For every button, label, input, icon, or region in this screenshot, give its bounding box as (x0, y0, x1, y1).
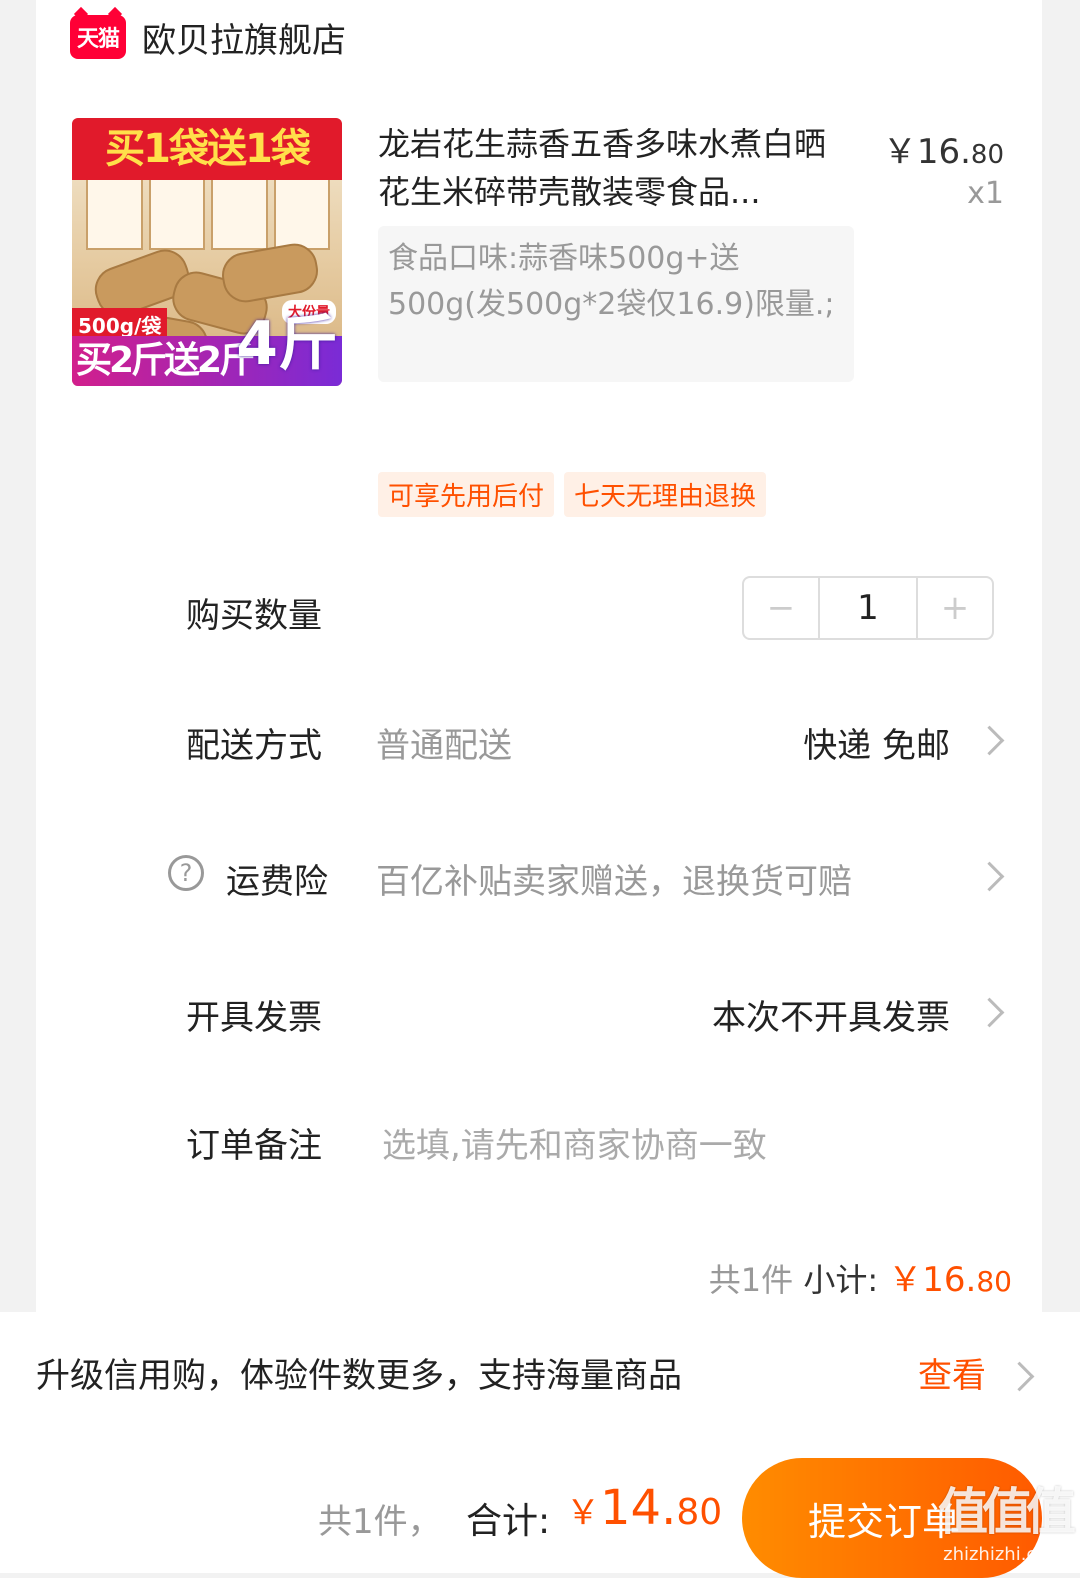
product-price-main: ￥16. (882, 132, 971, 172)
total-label: 合计: (466, 1501, 551, 1542)
delivery-method[interactable]: 快递 免邮 (803, 718, 950, 767)
invoice-label: 开具发票 (186, 998, 322, 1038)
total-yen: ￥ (566, 1493, 600, 1533)
product-image-bags (86, 180, 330, 250)
checkout-bar: 共1件， 合计: ￥14.80 提交订单 值值值 zhizhizhi.com (0, 1436, 1080, 1578)
help-icon[interactable]: ? (168, 855, 204, 891)
product-price-decimal: 80 (970, 140, 1004, 170)
delivery-chevron-right-icon[interactable] (974, 725, 1005, 756)
total-amount: ￥14.80 (566, 1480, 722, 1536)
product-sku[interactable]: 食品口味:蒜香味500g+送500g(发500g*2袋仅16.9)限量.; (378, 226, 854, 382)
total-decimal: 80 (676, 1492, 723, 1533)
order-card: 天猫 欧贝拉旗舰店 买1袋送1袋 500g/袋 大份量 买2斤送2斤 4斤 龙岩… (36, 0, 1042, 1312)
store-name[interactable]: 欧贝拉旗舰店 (142, 13, 346, 62)
invoice-value[interactable]: 本次不开具发票 (712, 990, 950, 1039)
insurance-label: 运费险 (226, 862, 328, 902)
quantity-plus-button[interactable]: + (918, 578, 992, 638)
subtotal-label: 小计: (803, 1261, 879, 1299)
product-image-big: 4斤 (236, 309, 338, 379)
tmall-logo: 天猫 (70, 15, 126, 59)
total-count: 共1件， (318, 1502, 442, 1542)
quantity-stepper[interactable]: − 1 + (742, 576, 994, 640)
insurance-value[interactable]: 百亿补贴卖家赠送，退换货可赔 (376, 854, 852, 903)
subtotal-amount-main: ￥16. (888, 1260, 977, 1300)
watermark-logo: 值值值 (938, 1483, 1076, 1541)
store-header[interactable]: 天猫 欧贝拉旗舰店 (70, 10, 346, 64)
credit-view-link[interactable]: 查看 (918, 1348, 986, 1397)
tag-pay-later: 可享先用后付 (378, 472, 555, 517)
subtotal-amount-decimal: 80 (976, 1265, 1012, 1298)
quantity-value[interactable]: 1 (818, 578, 918, 638)
watermark-url: zhizhizhi.com (943, 1544, 1065, 1565)
product-title[interactable]: 龙岩花生蒜香五香多味水煮白晒花生米碎带壳散装零食品... (378, 120, 848, 216)
credit-chevron-right-icon[interactable] (1004, 1361, 1035, 1392)
service-tags: 可享先用后付 七天无理由退换 (378, 472, 767, 517)
credit-text: 升级信用购，体验件数更多，支持海量商品 (36, 1356, 682, 1396)
product-image-banner: 买1袋送1袋 (72, 118, 342, 180)
insurance-chevron-right-icon[interactable] (974, 861, 1005, 892)
product-image[interactable]: 买1袋送1袋 500g/袋 大份量 买2斤送2斤 4斤 (72, 118, 342, 386)
quantity-label: 购买数量 (186, 596, 322, 636)
subtotal-amount: ￥16.80 (888, 1260, 1012, 1300)
total-main: 14. (600, 1480, 677, 1536)
note-label: 订单备注 (186, 1126, 322, 1166)
delivery-label: 配送方式 (186, 726, 322, 766)
product-price: ￥16.80 (883, 124, 1004, 173)
invoice-chevron-right-icon[interactable] (974, 997, 1005, 1028)
tag-seven-day-return: 七天无理由退换 (564, 472, 767, 517)
product-quantity: x1 (967, 176, 1004, 211)
note-input[interactable]: 选填,请先和商家协商一致 (382, 1118, 767, 1167)
subtotal: 共1件 小计: ￥16.80 (709, 1252, 1012, 1301)
credit-upgrade-bar[interactable]: 升级信用购，体验件数更多，支持海量商品 查看 (0, 1312, 1080, 1436)
delivery-value[interactable]: 普通配送 (376, 718, 512, 767)
subtotal-count: 共1件 (708, 1261, 794, 1299)
quantity-minus-button[interactable]: − (744, 578, 818, 638)
watermark: 值值值 zhizhizhi.com (938, 1472, 1076, 1565)
